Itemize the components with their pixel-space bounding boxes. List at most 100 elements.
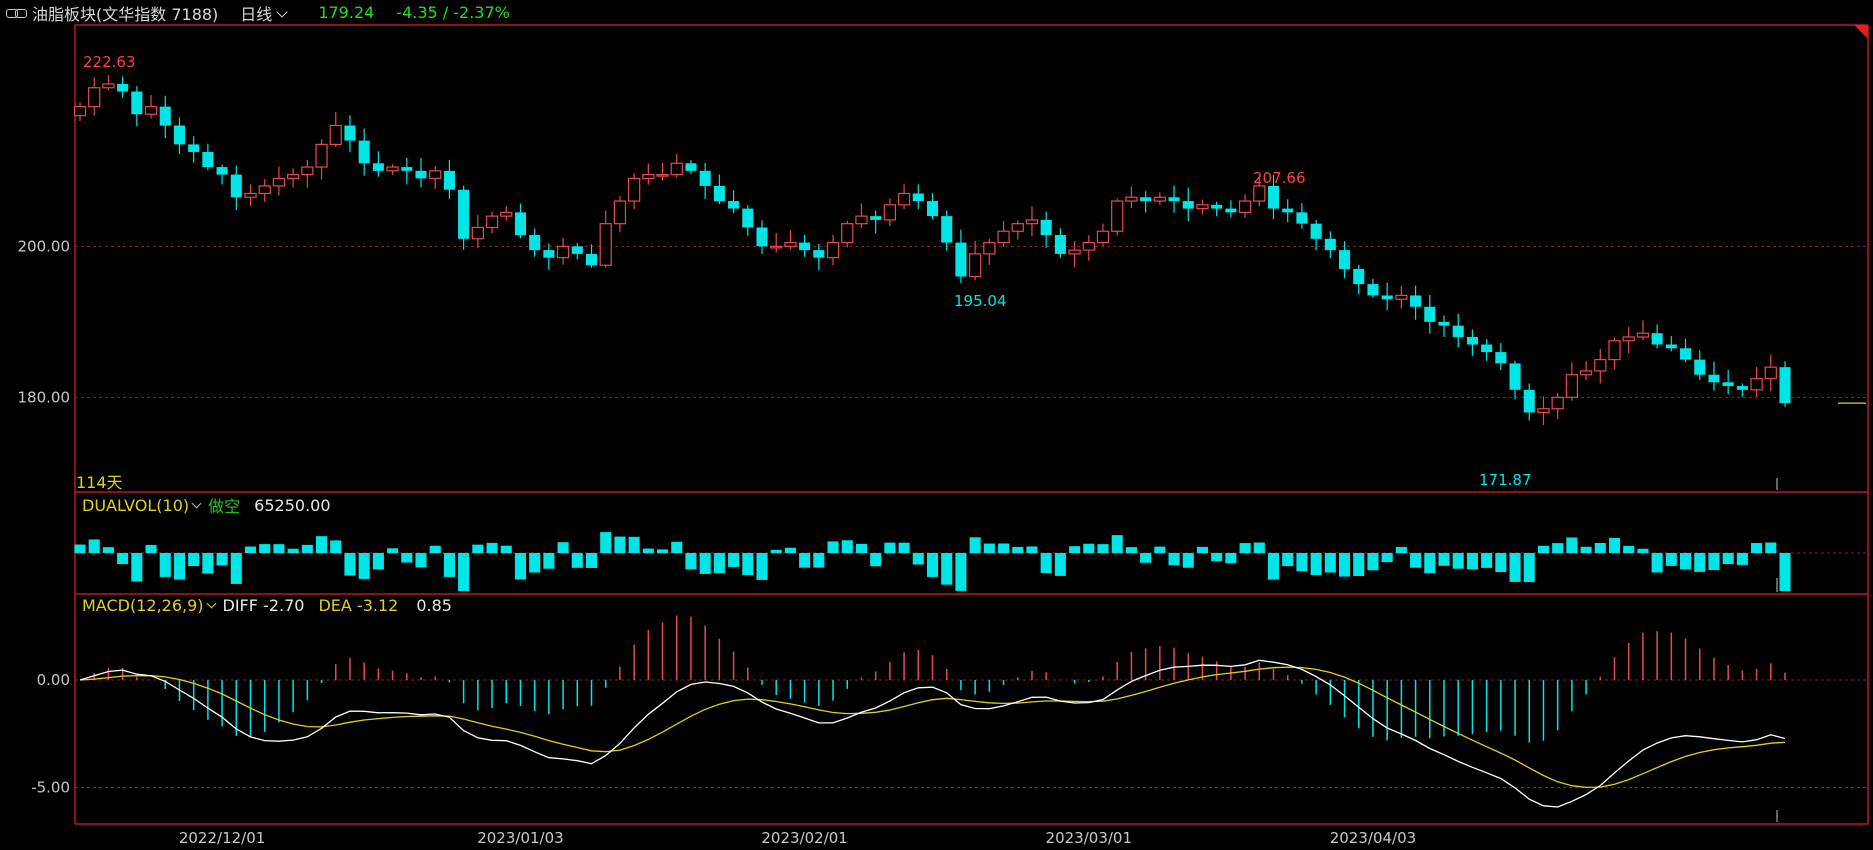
candle-body: [1750, 377, 1763, 391]
candlestick: [443, 159, 455, 199]
candle-body: [1680, 348, 1692, 360]
volume-bar: [628, 536, 640, 553]
volume-bar: [486, 542, 498, 553]
volume-bar: [1594, 542, 1606, 553]
candle-body: [955, 242, 967, 277]
volume-bar: [912, 553, 924, 565]
volume-bar: [287, 548, 299, 553]
volume-bar: [529, 553, 541, 573]
volume-bar: [301, 544, 313, 553]
candle-body: [202, 151, 214, 168]
candle-body: [1054, 235, 1066, 254]
candle-body: [429, 170, 442, 179]
volume-bar: [1680, 553, 1692, 570]
volume-bar: [983, 543, 995, 553]
candle-body: [670, 162, 683, 176]
candle-body: [386, 166, 399, 172]
candlestick: [1381, 282, 1393, 311]
candlestick: [458, 185, 470, 250]
candle-body: [883, 204, 897, 221]
volume-bar: [1182, 553, 1194, 568]
candle-body: [1708, 374, 1720, 383]
candlestick: [1579, 361, 1593, 381]
dualvol-name: DUALVOL(10): [82, 495, 190, 515]
candlestick: [386, 164, 399, 175]
link-icon[interactable]: [6, 6, 28, 20]
volume-bar: [372, 553, 384, 570]
volume-bar: [1282, 553, 1294, 567]
candle-body: [244, 192, 257, 198]
candle-body: [1339, 250, 1351, 269]
volume-bar: [685, 553, 697, 570]
candlestick: [401, 157, 413, 185]
candle-body: [443, 170, 455, 190]
mid-low-annotation: 195.04: [954, 292, 1007, 310]
volume-bar: [1012, 546, 1024, 553]
volume-bar: [969, 537, 981, 553]
candle-body: [1068, 249, 1081, 255]
volume-bar: [1040, 553, 1052, 573]
candle-body: [159, 106, 171, 126]
candle-body: [1324, 238, 1336, 251]
candle-body: [401, 167, 413, 171]
candle-body: [73, 106, 87, 117]
volume-bar: [1410, 553, 1422, 568]
candlestick: [912, 184, 924, 210]
volume-bar: [614, 536, 626, 553]
date-tick-label: 2023/02/01: [761, 829, 847, 847]
candle-body: [1651, 333, 1663, 345]
macd-tick-label: 0.00: [37, 671, 70, 689]
candle-body: [941, 216, 953, 243]
kline-chart[interactable]: 200.00 180.00 0.00 -5.00 2022/12/01 2023/01/0…: [0, 0, 1873, 850]
volume-bar: [443, 553, 455, 577]
candlestick: [1054, 228, 1066, 258]
candlestick: [529, 228, 541, 257]
volume-bar: [600, 532, 612, 553]
volume-bar: [742, 553, 754, 575]
candle-body: [1211, 204, 1223, 209]
candle-body: [301, 166, 314, 176]
volume-bar: [1267, 553, 1280, 580]
chevron-down-icon: [191, 498, 202, 508]
volume-bar: [1069, 546, 1081, 553]
candle-body: [1665, 344, 1677, 349]
candle-body: [699, 170, 711, 186]
candle-body: [685, 163, 697, 171]
candle-body: [117, 83, 129, 92]
candlestick: [770, 232, 783, 253]
candlestick: [997, 221, 1010, 247]
candle-body: [627, 177, 641, 202]
candlestick: [1140, 191, 1152, 213]
candle-body: [1196, 204, 1209, 210]
volume-bar: [898, 542, 910, 553]
candle-body: [968, 253, 982, 278]
dualvol-header[interactable]: DUALVOL(10) 做空 65250.00: [82, 493, 331, 517]
candlestick: [1410, 285, 1422, 320]
candlestick: [216, 164, 228, 185]
period-dropdown[interactable]: 日线: [240, 1, 292, 25]
candle-body: [272, 177, 286, 187]
candlestick: [1438, 315, 1450, 337]
candlestick: [1096, 223, 1110, 247]
candlestick: [756, 220, 768, 255]
candle-body: [1779, 367, 1791, 404]
volume-bar: [1523, 553, 1535, 583]
candle-body: [173, 125, 185, 145]
candlestick: [1722, 369, 1734, 395]
candlestick: [1111, 198, 1124, 236]
candle-body: [1395, 294, 1408, 300]
candle-body: [642, 174, 655, 179]
candlestick: [1466, 329, 1478, 356]
candle-body: [613, 200, 627, 225]
candle-body: [1579, 370, 1593, 376]
candlestick: [1082, 235, 1095, 261]
volume-bar: [458, 553, 470, 591]
candlestick: [1068, 241, 1081, 268]
volume-bar: [145, 544, 157, 553]
volume-bar: [1225, 553, 1237, 564]
candlestick: [1750, 366, 1763, 397]
macd-header[interactable]: MACD(12,26,9) DIFF -2.70 DEA -3.12 0.85: [82, 596, 452, 615]
volume-bar: [813, 553, 825, 568]
volume-bar: [870, 553, 882, 567]
candlestick: [1225, 200, 1237, 218]
